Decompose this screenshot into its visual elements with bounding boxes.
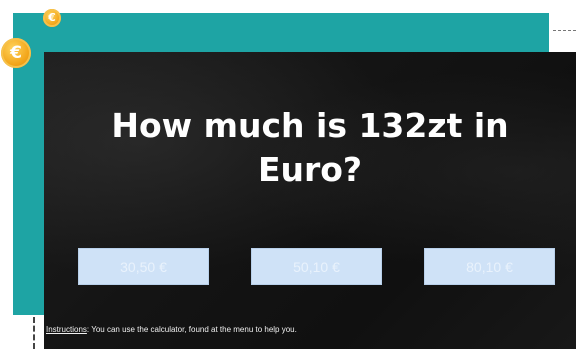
coin-symbol: € <box>48 11 56 24</box>
euro-coin-icon: € <box>43 9 61 27</box>
quiz-stage: How much is 132zt in Euro? 30,50 € 50,10… <box>44 52 576 349</box>
background-photo-shade <box>44 52 576 349</box>
instructions-label: Instructions <box>46 325 87 334</box>
question-text: How much is 132zt in Euro? <box>111 106 509 189</box>
dashed-guide-line <box>553 30 576 31</box>
euro-coin-icon-large: € <box>1 38 31 68</box>
coin-symbol-large: € <box>10 43 22 63</box>
instructions-text: Instructions: You can use the calculator… <box>46 324 566 336</box>
answer-button-2[interactable]: 50,10 € <box>251 248 382 285</box>
answer-button-1[interactable]: 30,50 € <box>78 248 209 285</box>
answer-button-3[interactable]: 80,10 € <box>424 248 555 285</box>
instructions-body: You can use the calculator, found at the… <box>89 325 297 334</box>
dashed-guide-line-vertical <box>33 317 35 349</box>
